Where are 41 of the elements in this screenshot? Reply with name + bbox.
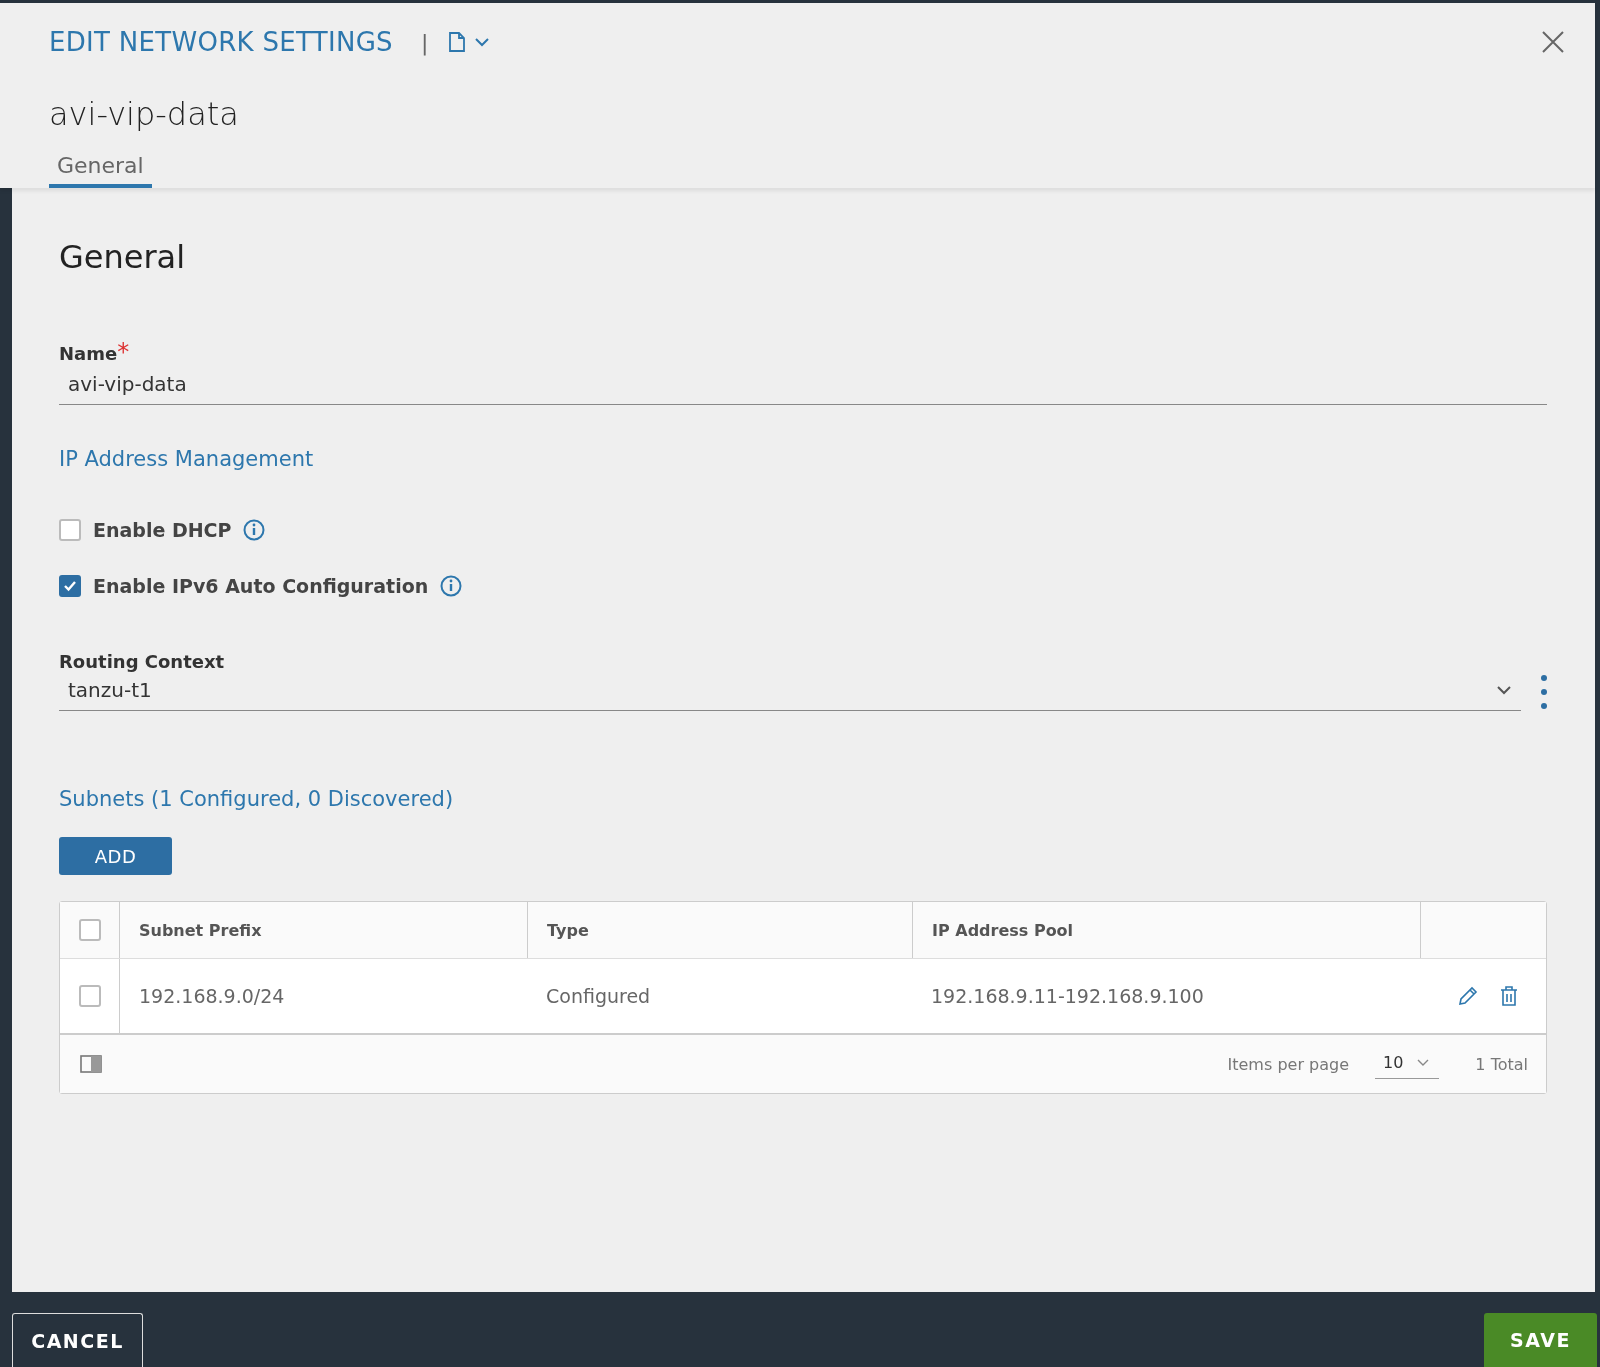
add-button[interactable]: ADD bbox=[59, 837, 172, 875]
caret-icon bbox=[1417, 1058, 1430, 1067]
checkbox[interactable] bbox=[59, 575, 81, 597]
delete-icon[interactable] bbox=[1500, 986, 1518, 1006]
table-cell: 192.168.9.11-192.168.9.100 bbox=[931, 985, 1204, 1007]
total-count: 1 Total bbox=[1475, 1054, 1528, 1074]
table-cell: Configured bbox=[546, 985, 651, 1007]
checkbox[interactable] bbox=[59, 519, 81, 541]
edit-icon[interactable] bbox=[1458, 986, 1478, 1006]
more-options-icon[interactable] bbox=[1541, 673, 1547, 710]
column-header: Subnet Prefix bbox=[139, 920, 262, 940]
checkbox-label: Enable IPv6 Auto Configuration bbox=[93, 575, 429, 597]
checkbox-label: Enable DHCP bbox=[93, 519, 232, 541]
close-icon[interactable] bbox=[1541, 30, 1565, 54]
section-heading: General bbox=[59, 238, 187, 276]
column-header: IP Address Pool bbox=[932, 920, 1074, 940]
checkbox[interactable] bbox=[78, 985, 101, 1007]
caret-icon bbox=[474, 37, 491, 47]
items-per-page-label: Items per page bbox=[1227, 1054, 1349, 1074]
separator: | bbox=[420, 29, 429, 55]
table-cell: 192.168.9.0/24 bbox=[139, 985, 285, 1007]
cancel-button[interactable]: CANCEL bbox=[12, 1313, 143, 1367]
dialog-title: EDIT NETWORK SETTINGS bbox=[49, 27, 393, 57]
checkbox[interactable] bbox=[78, 919, 101, 941]
tab[interactable]: General bbox=[49, 139, 152, 188]
check-icon bbox=[63, 580, 77, 592]
field-label: Name* bbox=[59, 338, 131, 366]
section-heading: IP Address Management bbox=[59, 447, 315, 471]
document-icon bbox=[448, 32, 467, 52]
object-name: avi-vip-data bbox=[49, 95, 240, 133]
caret-icon bbox=[1496, 685, 1512, 695]
save-button[interactable]: SAVE bbox=[1484, 1313, 1597, 1367]
items-per-page-select[interactable]: 10 bbox=[1375, 1049, 1440, 1079]
routing-context-select[interactable]: tanzu-t1 bbox=[59, 672, 1521, 711]
column-toggle-icon[interactable] bbox=[80, 1055, 102, 1073]
field-label: Routing Context bbox=[59, 651, 226, 672]
column-header: Type bbox=[547, 920, 589, 940]
section-heading: Subnets (1 Configured, 0 Discovered) bbox=[59, 787, 455, 811]
info-icon[interactable] bbox=[440, 575, 463, 597]
name-field[interactable]: avi-vip-data bbox=[59, 366, 1547, 405]
info-icon[interactable] bbox=[243, 519, 266, 541]
